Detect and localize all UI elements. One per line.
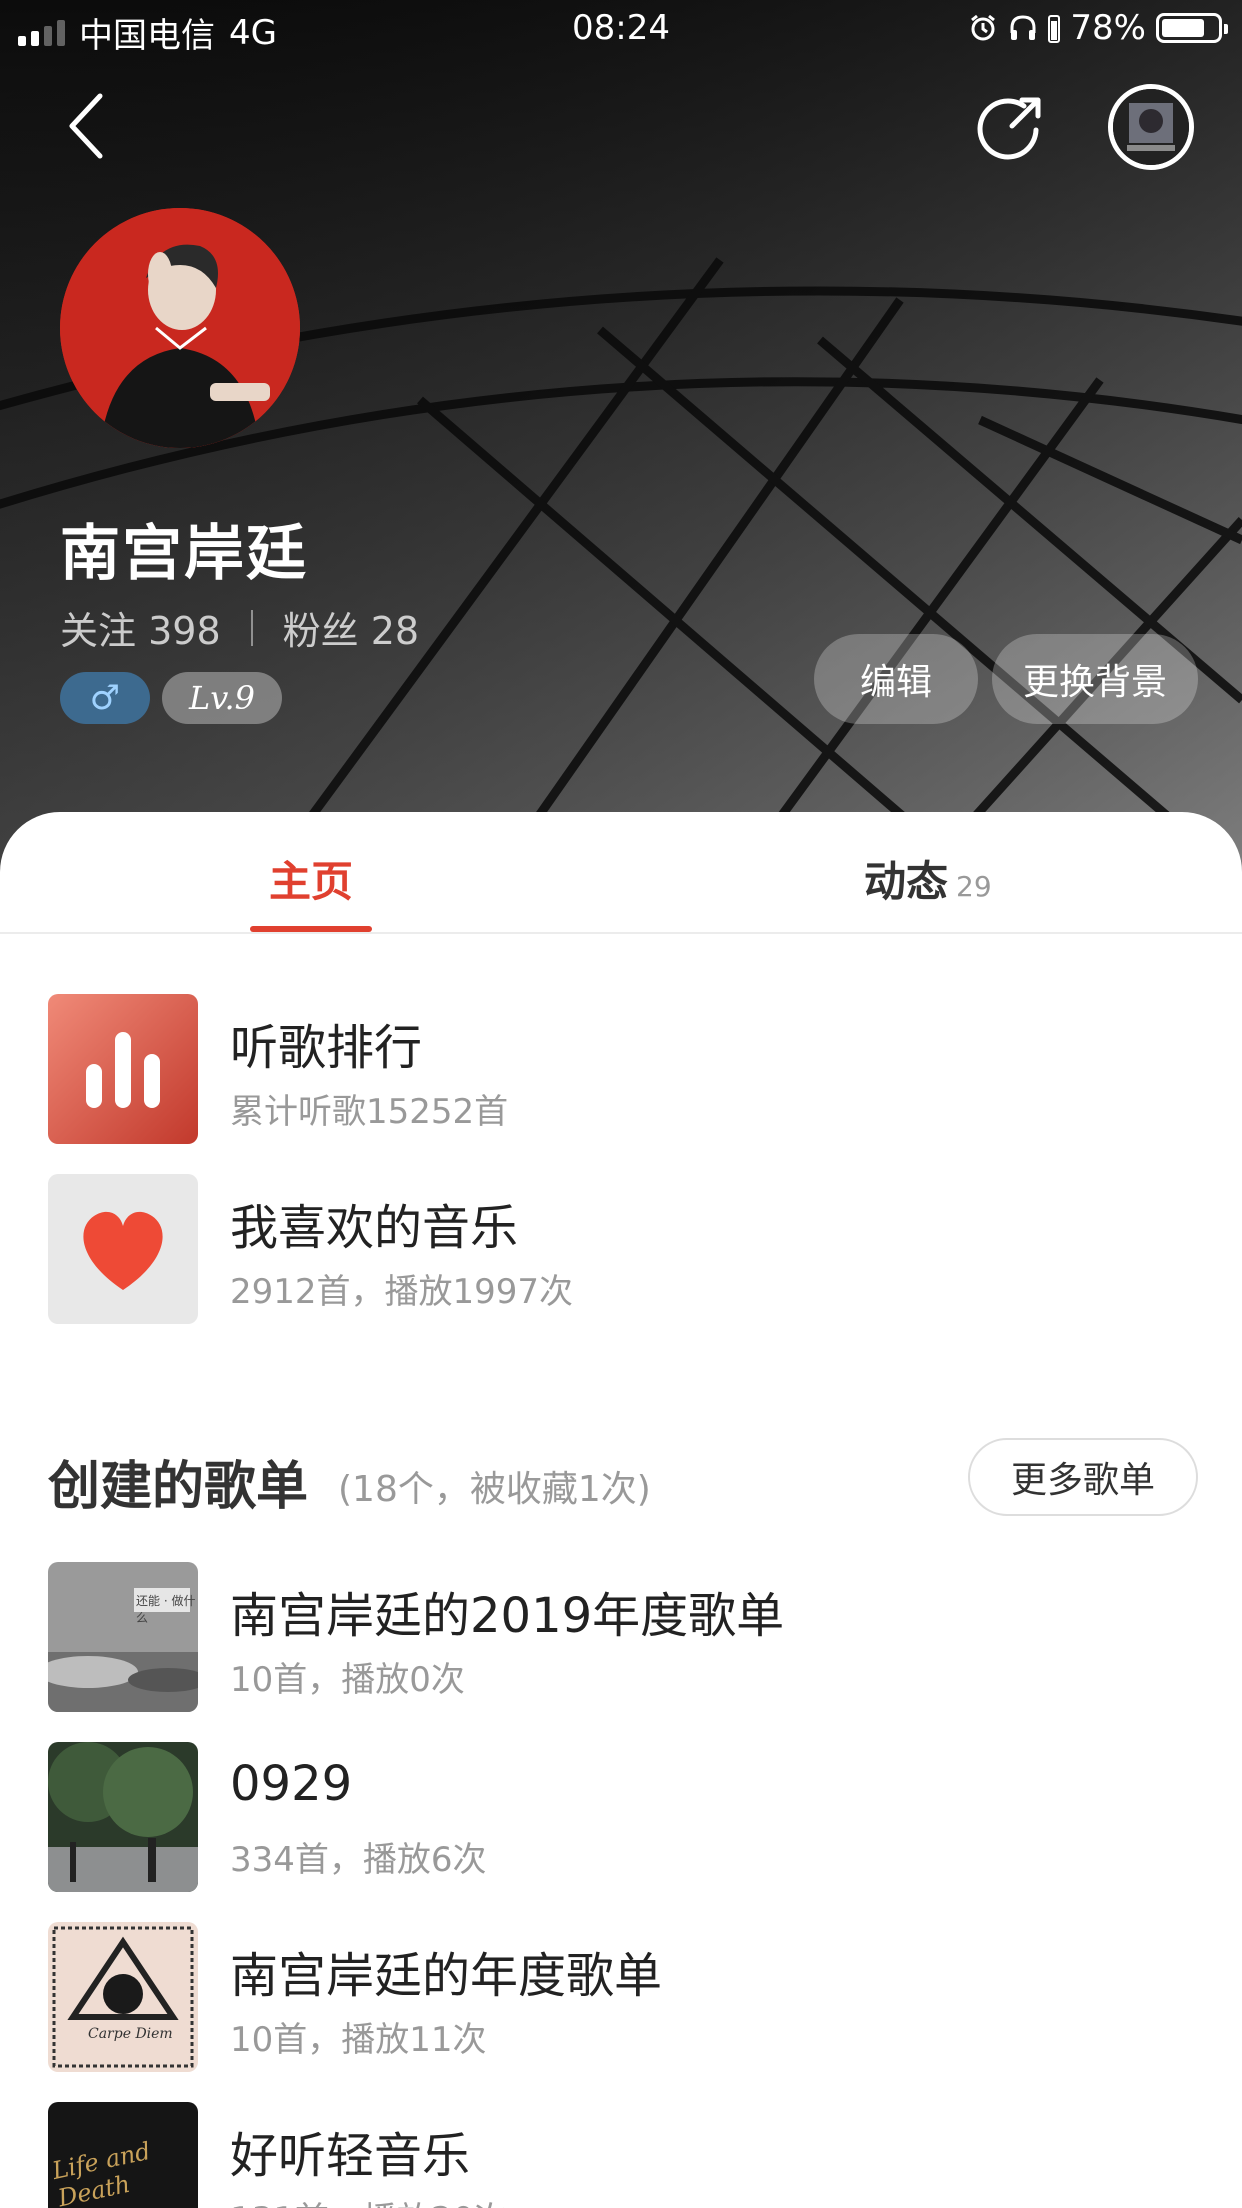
section-meta: (18个，被收藏1次) (338, 1469, 651, 1510)
fans-label: 粉丝 (282, 609, 359, 653)
edit-profile-button[interactable]: 编辑 (814, 634, 978, 724)
following-label: 关注 (60, 609, 137, 653)
follow-stats: 关注 398 粉丝 28 (60, 600, 419, 655)
heart-icon (48, 1174, 198, 1324)
share-icon (977, 97, 1041, 160)
now-playing-button[interactable] (1108, 84, 1194, 170)
cover-text: 还能 · 做什么 (136, 1594, 196, 1625)
username: 南宫岸廷 (60, 519, 308, 589)
tab-home[interactable]: 主页 (250, 848, 372, 909)
playlist-subtitle: 131首，播放20次 (230, 2192, 508, 2208)
avatar-portrait-icon (60, 208, 300, 448)
playlist-cover (48, 1742, 198, 1892)
dome-background-image (0, 0, 1242, 900)
chevron-left-icon (69, 93, 103, 159)
created-playlists-header: 创建的歌单 (18个，被收藏1次) 更多歌单 (48, 1438, 1198, 1518)
following-link[interactable]: 关注 398 (60, 600, 221, 655)
listening-rank-item[interactable]: 听歌排行 累计听歌15252首 (48, 994, 1198, 1144)
profile-header-background (0, 0, 1242, 900)
headphones-icon (1010, 15, 1036, 40)
change-background-button[interactable]: 更换背景 (992, 634, 1198, 724)
tab-feed[interactable]: 动态 29 (864, 848, 992, 909)
profile-content-sheet: 主页 动态 29 听歌排行 累计听歌15252首 我喜欢的音乐 2912首，播放1… (0, 812, 1242, 2208)
battery-icon (1156, 13, 1228, 43)
feature-title: 我喜欢的音乐 (230, 1200, 519, 1256)
playlist-title: 好听轻音乐 (230, 2128, 471, 2184)
active-tab-indicator (250, 926, 372, 932)
status-bar: 中国电信 4G 08:24 78% (0, 0, 1242, 60)
playlist-title: 南宫岸廷的2019年度歌单 (230, 1588, 785, 1644)
feature-subtitle: 累计听歌15252首 (230, 1092, 509, 1132)
following-count: 398 (148, 609, 221, 653)
playlist-subtitle: 10首，播放11次 (230, 2020, 487, 2060)
playlist-item[interactable]: Carpe Diem 南宫岸廷的年度歌单 10首，播放11次 (48, 1922, 1198, 2072)
headphone-battery-icon (1048, 15, 1061, 43)
album-cover-icon (1113, 89, 1189, 165)
playlist-title: 0929 (230, 1756, 353, 1812)
fans-count: 28 (370, 609, 420, 653)
tab-bar: 主页 动态 29 (0, 812, 1242, 934)
playlist-cover: 还能 · 做什么 (48, 1562, 198, 1712)
playlist-cover: Life and Death (48, 2102, 198, 2208)
playlist-item[interactable]: 还能 · 做什么 南宫岸廷的2019年度歌单 10首，播放0次 (48, 1562, 1198, 1712)
divider (250, 609, 253, 646)
share-button[interactable] (976, 92, 1046, 162)
feature-title: 听歌排行 (230, 1020, 423, 1076)
avatar[interactable] (60, 208, 300, 448)
playlist-subtitle: 334首，播放6次 (230, 1840, 487, 1880)
cover-text: Carpe Diem (88, 2026, 173, 2042)
back-button[interactable] (56, 86, 116, 166)
playlist-subtitle: 10首，播放0次 (230, 1660, 465, 1700)
battery-percent: 78% (1070, 8, 1146, 48)
alarm-icon (971, 14, 996, 41)
profile-badges: ♂ Lv.9 (60, 672, 282, 724)
section-title: 创建的歌单 (48, 1457, 309, 1517)
level-badge[interactable]: Lv.9 (162, 672, 282, 724)
liked-music-item[interactable]: 我喜欢的音乐 2912首，播放1997次 (48, 1174, 1198, 1324)
playlist-cover: Carpe Diem (48, 1922, 198, 2072)
bar-chart-icon (48, 994, 198, 1144)
tab-feed-count: 29 (956, 870, 992, 903)
feature-subtitle: 2912首，播放1997次 (230, 1272, 574, 1312)
fans-link[interactable]: 粉丝 28 (283, 600, 419, 655)
tab-feed-label: 动态 (864, 857, 949, 906)
playlist-item[interactable]: Life and Death 好听轻音乐 131首，播放20次 (48, 2102, 1198, 2208)
playlist-title: 南宫岸廷的年度歌单 (230, 1948, 663, 2004)
cover-text: Life and Death (49, 2136, 153, 2208)
more-playlists-button[interactable]: 更多歌单 (968, 1438, 1198, 1516)
playlist-item[interactable]: 0929 334首，播放6次 (48, 1742, 1198, 1892)
gender-badge: ♂ (60, 672, 150, 724)
